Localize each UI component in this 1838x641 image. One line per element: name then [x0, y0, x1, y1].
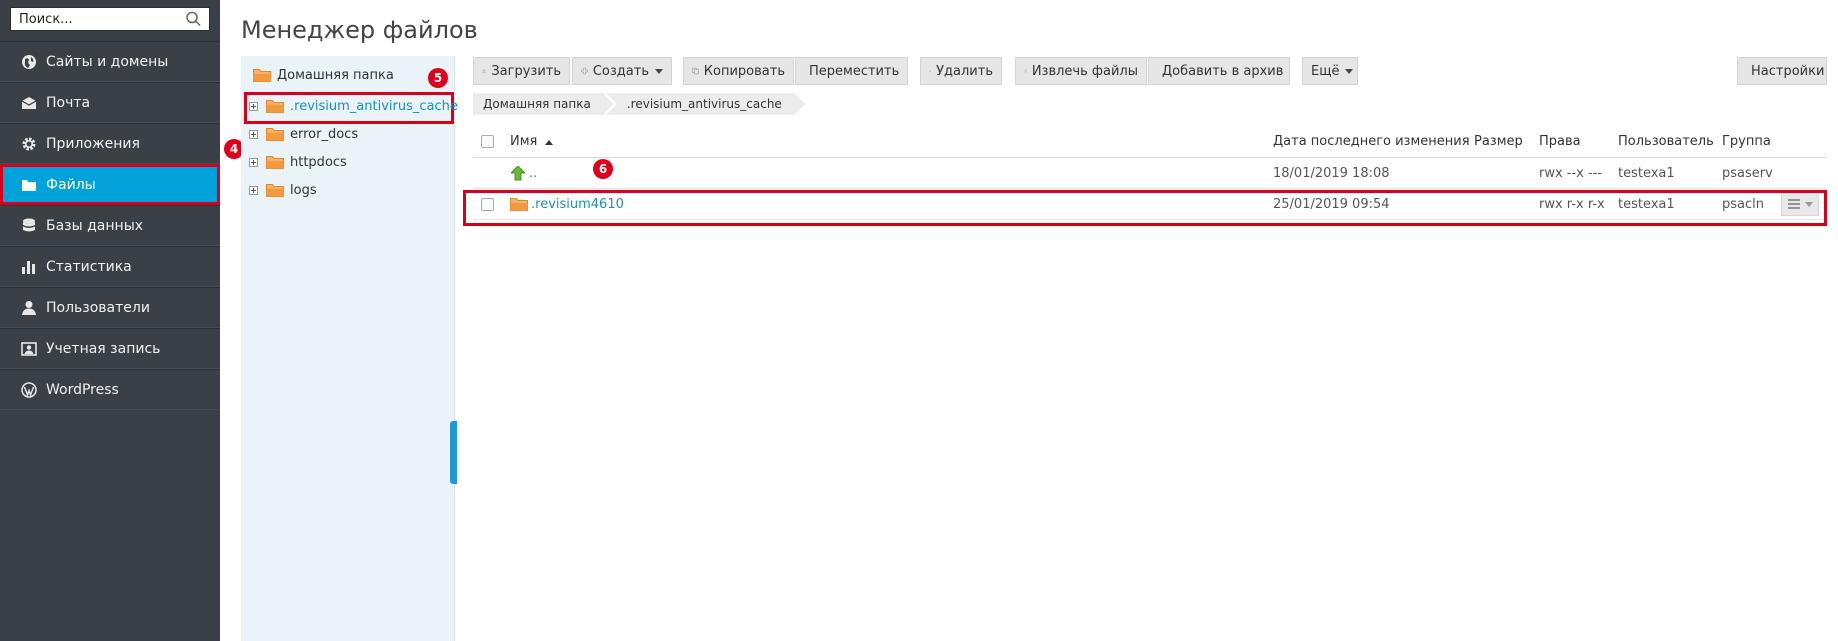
- sort-asc-icon: [544, 140, 553, 145]
- plus-icon: [581, 67, 588, 75]
- add-to-archive-button[interactable]: Добавить в архив: [1148, 57, 1290, 85]
- chevron-down-icon: [1345, 68, 1354, 74]
- user-icon: [20, 299, 38, 317]
- tree-item-logs[interactable]: logs: [249, 180, 317, 200]
- sidebar-item-account[interactable]: Учетная запись: [0, 328, 220, 369]
- sidebar-item-sites[interactable]: Сайты и домены: [0, 41, 220, 82]
- tree-item-label: error_docs: [290, 126, 359, 142]
- delete-icon: [929, 70, 931, 72]
- sidebar-item-files[interactable]: Файлы: [0, 164, 220, 205]
- folder-icon: [266, 127, 284, 141]
- folder-icon: [266, 183, 284, 197]
- sidebar-item-users[interactable]: Пользователи: [0, 287, 220, 328]
- up-arrow-icon: [511, 166, 525, 181]
- copy-button[interactable]: Копировать: [683, 57, 794, 85]
- column-perms-header[interactable]: Права: [1539, 134, 1581, 149]
- sidebar-item-label: Базы данных: [46, 217, 144, 234]
- modified-cell: 18/01/2019 18:08: [1273, 166, 1390, 181]
- table-row[interactable]: .. 18/01/2019 18:08 rwx --x --- testexa1…: [473, 158, 1827, 189]
- tree-root[interactable]: Домашняя папка: [253, 68, 394, 83]
- column-user-header[interactable]: Пользователь: [1618, 134, 1714, 149]
- search-box: [10, 7, 210, 31]
- parent-folder-link[interactable]: ..: [529, 166, 537, 181]
- user-cell: testexa1: [1618, 166, 1675, 181]
- table-header: Имя Дата последнего изменения Размер Пра…: [473, 126, 1827, 158]
- expand-icon[interactable]: [249, 129, 258, 139]
- column-name-header[interactable]: Имя: [510, 134, 553, 149]
- expand-icon[interactable]: [249, 157, 258, 167]
- sidebar-item-mail[interactable]: Почта: [0, 82, 220, 123]
- bar-chart-icon: [20, 258, 38, 276]
- tree-item-error-docs[interactable]: error_docs: [249, 124, 358, 144]
- move-button[interactable]: Переместить: [795, 57, 908, 85]
- sidebar-item-label: Пользователи: [46, 299, 150, 316]
- chevron-down-icon: [655, 68, 663, 74]
- database-icon: [20, 217, 38, 235]
- wordpress-icon: [20, 381, 38, 399]
- sidebar-nav: Сайты и домены Почта Приложения Файлы Ба…: [0, 41, 220, 410]
- copy-icon: [692, 67, 699, 75]
- breadcrumb-current[interactable]: .revisium_antivirus_cache: [605, 93, 805, 115]
- folder-icon: [266, 99, 284, 113]
- page-title: Менеджер файлов: [241, 16, 478, 44]
- folder-icon: [253, 69, 271, 82]
- sidebar-item-label: Сайты и домены: [46, 53, 169, 70]
- gear-icon: [20, 135, 38, 153]
- sidebar-item-label: Почта: [46, 94, 91, 111]
- sidebar-item-statistics[interactable]: Статистика: [0, 246, 220, 287]
- sidebar-item-label: Приложения: [46, 135, 140, 152]
- group-cell: psaserv: [1722, 166, 1773, 181]
- select-all-checkbox[interactable]: [481, 135, 494, 148]
- row-highlight: [463, 190, 1827, 226]
- settings-button[interactable]: Настройки: [1737, 57, 1827, 85]
- sidebar-item-databases[interactable]: Базы данных: [0, 205, 220, 246]
- search-icon[interactable]: [185, 11, 203, 27]
- breadcrumb-home[interactable]: Домашняя папка: [473, 93, 614, 115]
- expand-icon[interactable]: [249, 101, 258, 111]
- breadcrumb: Домашняя папка .revisium_antivirus_cache: [473, 93, 808, 115]
- column-size-header[interactable]: Размер: [1474, 134, 1523, 149]
- mail-icon: [20, 94, 38, 112]
- upload-icon: [482, 68, 487, 74]
- tree-item-label: httpdocs: [290, 154, 347, 170]
- more-dropdown-button[interactable]: Ещё: [1302, 57, 1358, 85]
- account-icon: [20, 340, 38, 358]
- folder-icon: [266, 155, 284, 169]
- column-modified-header[interactable]: Дата последнего изменения: [1273, 134, 1470, 149]
- column-group-header[interactable]: Группа: [1722, 134, 1771, 149]
- tree-item-httpdocs[interactable]: httpdocs: [249, 152, 347, 172]
- folder-icon: [20, 176, 38, 194]
- expand-icon[interactable]: [249, 185, 258, 195]
- sidebar: Сайты и домены Почта Приложения Файлы Ба…: [0, 0, 220, 641]
- globe-icon: [20, 53, 38, 71]
- sidebar-item-wordpress[interactable]: WordPress: [0, 369, 220, 410]
- step-badge: 5: [428, 68, 448, 88]
- sidebar-item-label: WordPress: [46, 381, 119, 398]
- upload-button[interactable]: Загрузить: [473, 57, 570, 85]
- perms-cell: rwx --x ---: [1539, 166, 1603, 181]
- extract-files-button[interactable]: Извлечь файлы: [1015, 57, 1147, 85]
- tree-item-label: logs: [290, 182, 317, 198]
- sidebar-item-label: Статистика: [46, 258, 132, 275]
- folder-tree: Домашняя папка .revisium_antivirus_cache…: [241, 56, 458, 641]
- create-dropdown-button[interactable]: Создать: [572, 57, 672, 85]
- tree-item-revisium-antivirus-cache[interactable]: .revisium_antivirus_cache: [249, 96, 458, 116]
- sidebar-item-label: Файлы: [46, 176, 96, 193]
- sidebar-item-label: Учетная запись: [46, 340, 161, 357]
- sidebar-item-apps[interactable]: Приложения: [0, 123, 220, 164]
- tree-root-label: Домашняя папка: [277, 68, 394, 83]
- tree-item-label: .revisium_antivirus_cache: [290, 98, 458, 114]
- search-input[interactable]: [11, 8, 181, 30]
- step-badge: 6: [593, 159, 613, 179]
- delete-button[interactable]: Удалить: [920, 57, 1002, 85]
- extract-icon: [1024, 69, 1027, 73]
- panel-splitter-handle[interactable]: [450, 421, 457, 484]
